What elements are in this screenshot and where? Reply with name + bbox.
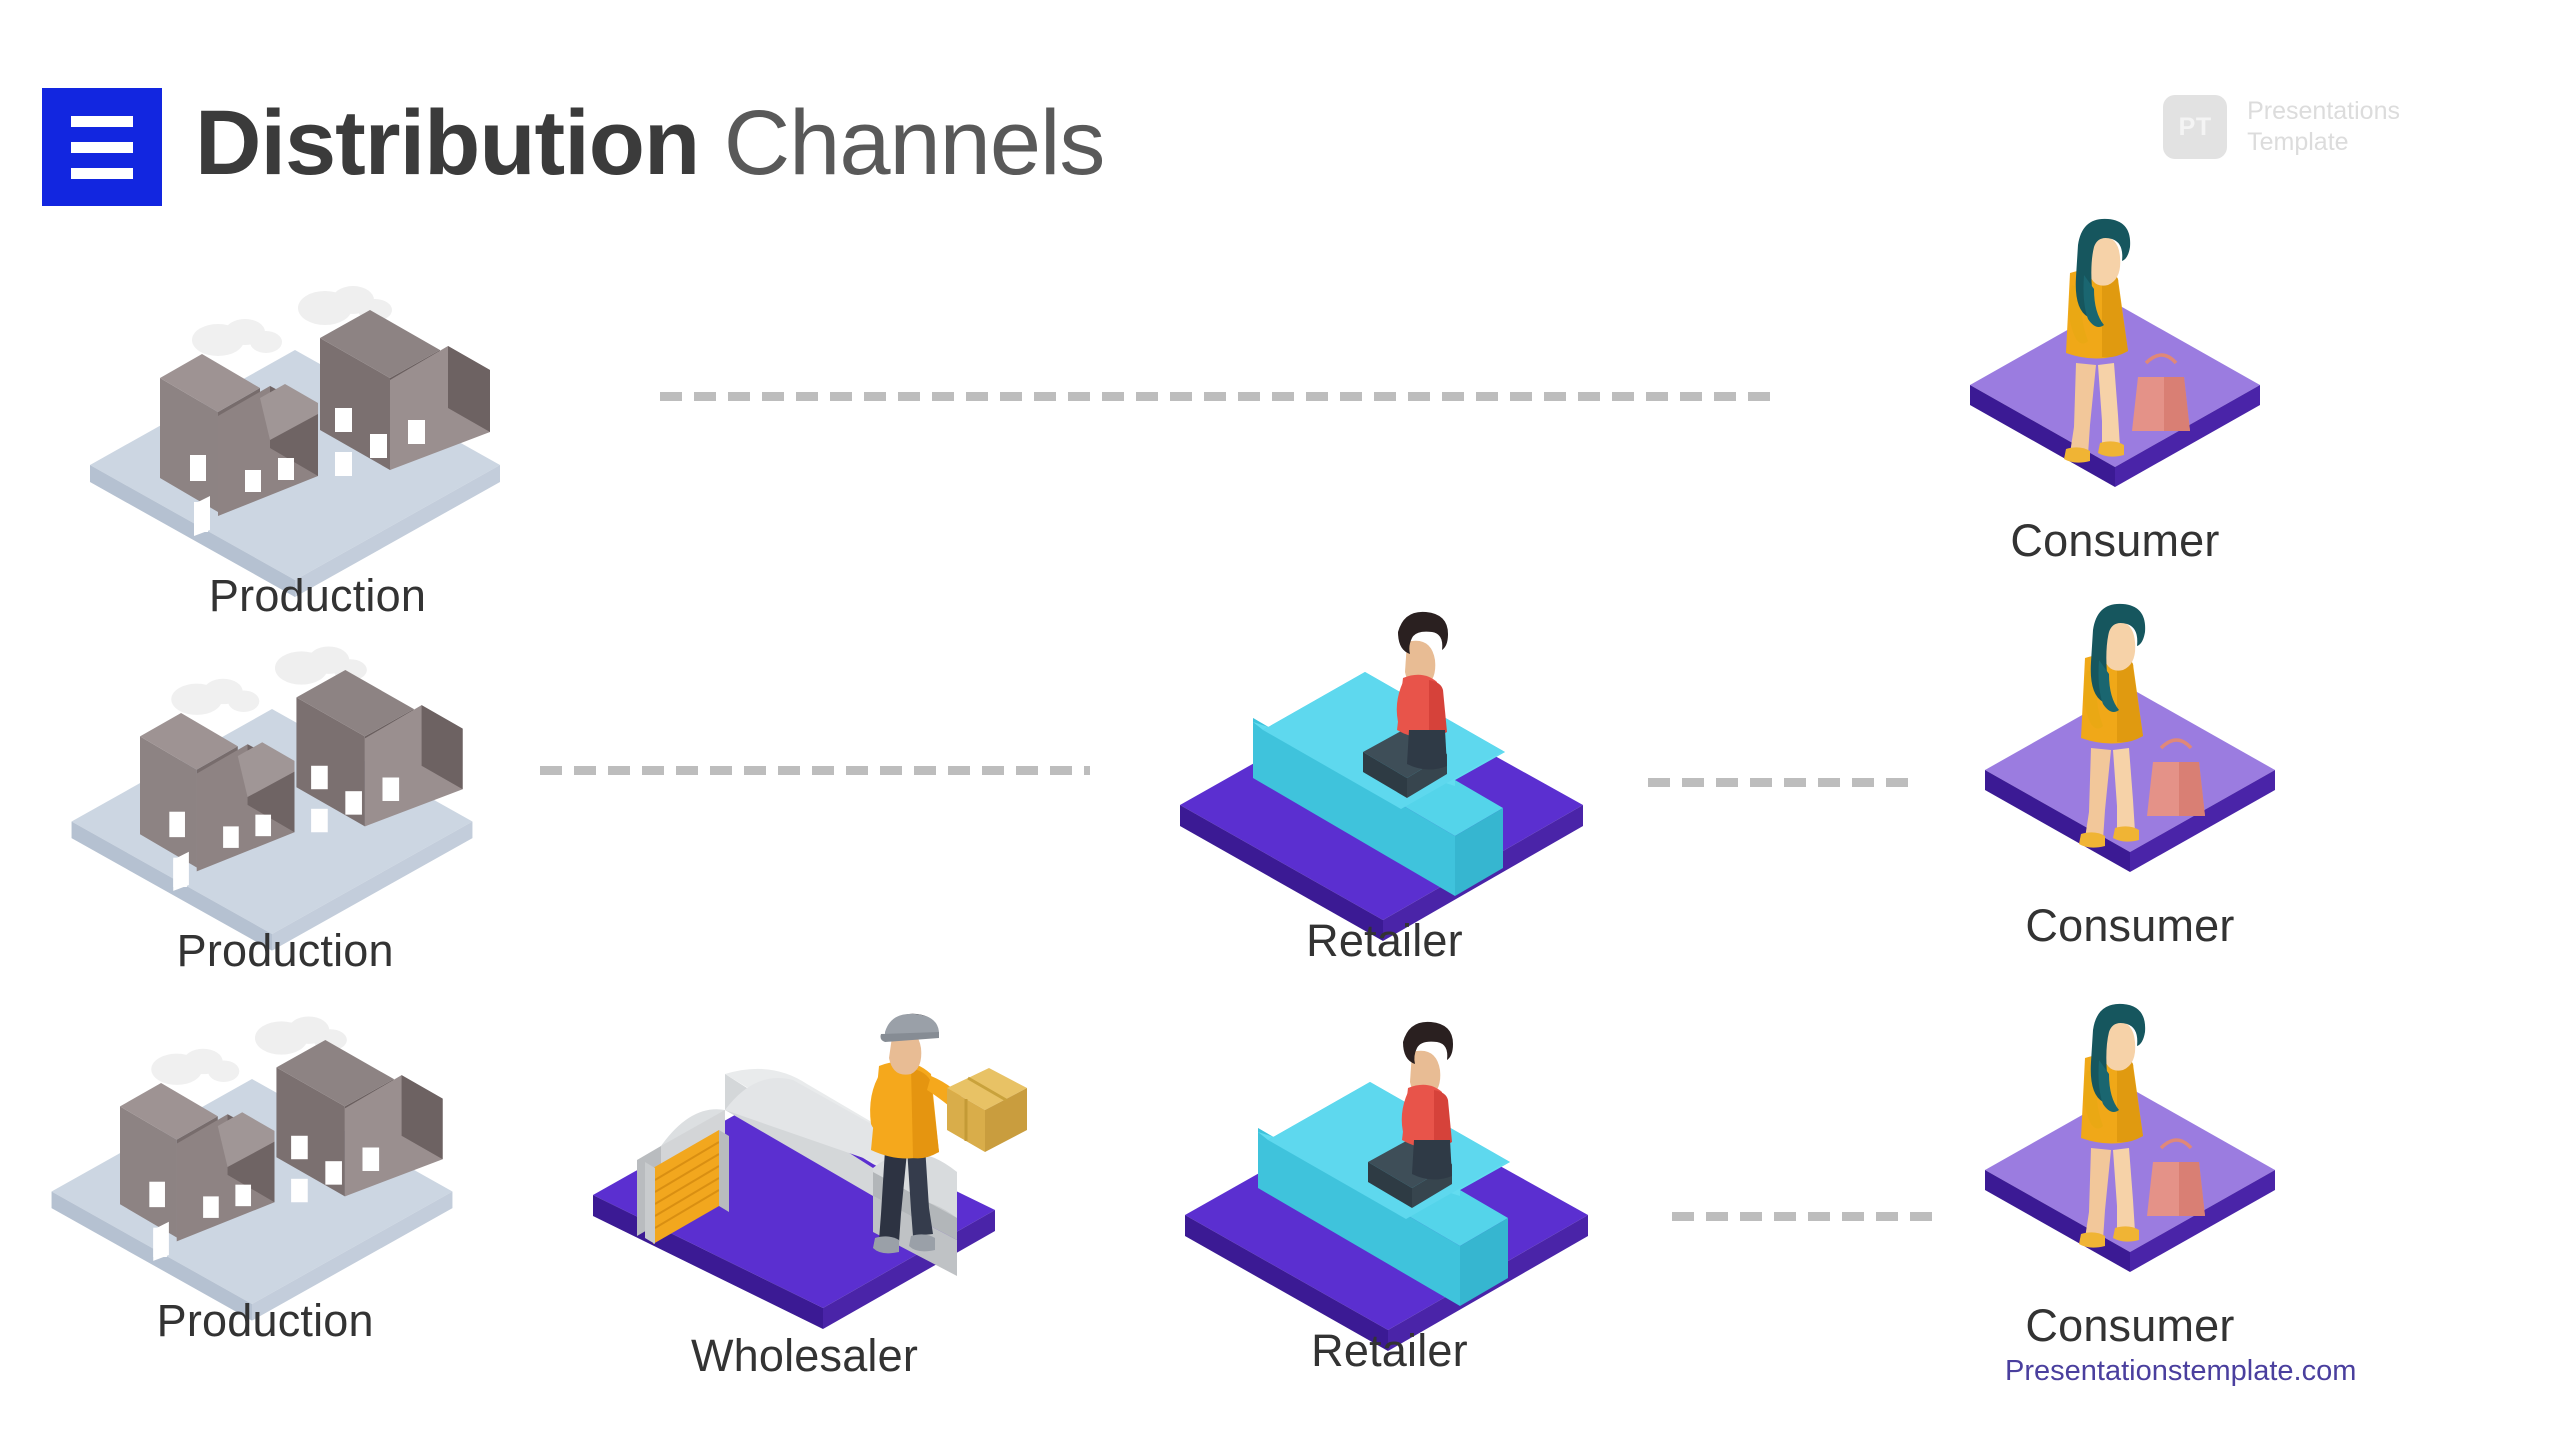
retailer-icon	[1155, 590, 1605, 941]
retailer-icon	[1160, 1000, 1610, 1351]
brand-line-2: Template	[2247, 128, 2349, 156]
brand-line-1: Presentations	[2247, 97, 2400, 125]
node-retailer-row3[interactable]: Retailer	[1160, 1000, 1610, 1376]
node-label-production-row1: Production	[208, 570, 427, 621]
connector-row2-retailer-consumer	[1648, 778, 1920, 787]
consumer-icon	[1965, 1000, 2295, 1290]
node-wholesaler-row3[interactable]: Wholesaler	[575, 1010, 1027, 1381]
page-title-light: Channels	[723, 92, 1106, 194]
node-label-retailer-row3: Retailer	[1311, 1325, 1468, 1376]
factory-icon	[70, 280, 520, 597]
brand-mark: PT	[2163, 95, 2228, 159]
brand-text: Presentations Template	[2247, 96, 2400, 158]
node-label-wholesaler-row3: Wholesaler	[690, 1330, 919, 1381]
connector-row1-production-consumer	[660, 392, 1780, 401]
node-label-consumer-row2: Consumer	[2025, 900, 2235, 951]
connector-row2-production-retailer	[540, 766, 1090, 775]
node-production-row2[interactable]: Production	[52, 640, 492, 976]
page-title: Distribution Channels	[195, 68, 1106, 218]
node-label-consumer-row3: Consumer	[2025, 1300, 2235, 1351]
node-label-production-row2: Production	[176, 925, 394, 976]
node-retailer-row2[interactable]: Retailer	[1155, 590, 1605, 966]
menu-bar-3	[71, 167, 133, 179]
watermark-link[interactable]: Presentationstemplate.com	[2005, 1355, 2356, 1388]
slide-canvas: Distribution Channels PT Presentations T…	[0, 0, 2560, 1440]
node-consumer-row1[interactable]: Consumer	[1950, 215, 2280, 566]
node-label-consumer-row1: Consumer	[2010, 515, 2220, 566]
node-consumer-row2[interactable]: Consumer	[1965, 600, 2295, 951]
consumer-icon	[1965, 600, 2295, 890]
factory-icon	[52, 640, 492, 951]
connector-row3-retailer-consumer	[1672, 1212, 1934, 1221]
warehouse-icon	[575, 1010, 1027, 1329]
consumer-icon	[1950, 215, 2280, 505]
node-label-production-row3: Production	[156, 1295, 374, 1346]
brand-logo: PT Presentations Template	[2163, 95, 2400, 159]
node-label-retailer-row2: Retailer	[1306, 915, 1463, 966]
node-production-row1[interactable]: Production	[70, 280, 520, 621]
menu-bar-2	[71, 141, 133, 153]
factory-icon	[32, 1010, 472, 1321]
page-title-bold: Distribution	[195, 92, 700, 194]
node-consumer-row3[interactable]: Consumer	[1965, 1000, 2295, 1351]
hamburger-menu-icon[interactable]	[42, 88, 162, 206]
node-production-row3[interactable]: Production	[32, 1010, 472, 1346]
menu-bar-1	[71, 115, 133, 127]
